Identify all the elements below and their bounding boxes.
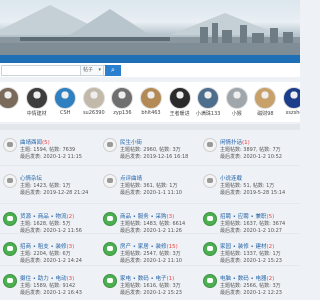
forum-last-post[interactable]: 最后发表: 2020-1-2 15:23 [220,257,282,264]
avatar[interactable] [197,87,220,109]
forum-icon[interactable] [3,212,17,226]
search-type-label: 帖子 [83,67,94,73]
forum-stats: 主题帖数: 2960, 帖数: 3万 [120,147,181,153]
forum-icon[interactable] [103,212,117,226]
forum-last-post[interactable]: 最后发表: 2020-1-2 11:10 [120,257,182,264]
forum-title[interactable]: 曲靖酉闻(5) [20,138,50,146]
avatar[interactable] [54,87,77,109]
avatar[interactable] [283,87,300,109]
forum-title[interactable]: 货源 • 商品 • 物流(2) [20,212,74,220]
forum-icon[interactable] [203,274,217,288]
forum-stats: 主题帖数: 1637, 帖数: 3674 [220,221,286,227]
avatar[interactable] [140,87,162,109]
forum-title[interactable]: 招商 • 租支 • 装修(3) [20,242,74,250]
forum-last-post[interactable]: 最后发表: 2020-1-2 14:24 [20,257,82,264]
forum-icon[interactable] [3,174,17,188]
search-type-select[interactable]: 帖子 ▾ [80,65,104,76]
row-separator [0,203,300,204]
forum-stats: 主题: 1423, 帖数: 1万 [20,183,71,189]
chevron-down-icon: ▾ [98,67,101,73]
avatar[interactable] [111,87,134,109]
forum-icon[interactable] [203,138,217,152]
forum-icon[interactable] [3,274,17,288]
row-separator [0,265,300,266]
avatar[interactable] [0,87,19,109]
forum-title[interactable]: 心情杂坛 [20,174,42,182]
forum-icon[interactable] [103,174,117,188]
forum-stats: 主题帖数: 51, 帖数: 1万 [220,183,275,189]
avatar[interactable] [254,87,277,109]
forum-stats: 主题帖数: 1483, 帖数: 6614 [120,221,186,227]
forum-stats: 主题帖数: 2547, 帖数: 3万 [120,251,181,257]
forum-stats: 主题帖数: 361, 帖数: 1万 [120,183,178,189]
forum-stats: 主题帖数: 1616, 帖数: 3万 [120,283,181,289]
forum-item[interactable]: 家电 • 数码 • 电子(1) 主题帖数: 1616, 帖数: 3万 最后发表: 2… [100,268,200,300]
forum-title[interactable]: 招聘 • 应聘 • 兼职(5) [220,212,274,220]
forum-icon[interactable] [203,242,217,256]
forum-last-post[interactable]: 最后发表: 2019-12-16 16:18 [120,153,188,160]
avatar[interactable] [82,87,105,109]
forum-last-post[interactable]: 最后发表: 2020-1-2 10:52 [220,153,282,160]
avatar[interactable] [25,87,48,109]
forum-title[interactable]: 点评曲靖 [120,174,142,182]
forum-title[interactable]: 商品 • 服务 • 采购(3) [120,212,174,220]
forum-stats: 主题: 1628, 帖数: 5万 [20,221,71,227]
forum-icon[interactable] [3,242,17,256]
row-separator [0,165,300,166]
forum-icon[interactable] [203,174,217,188]
nav-bar [0,55,300,63]
forum-title[interactable]: 房产 • 家居 • 装修(15) [120,242,178,250]
forum-stats: 主题: 1594, 帖数: 7639 [20,147,76,153]
forum-last-post[interactable]: 最后发表: 2019-5-28 15:14 [220,189,285,196]
forum-title[interactable]: 家电 • 数码 • 电子(1) [120,274,174,282]
forum-title[interactable]: 民生小街 [120,138,142,146]
forum-last-post[interactable]: 最后发表: 2020-1-2 15:23 [120,289,182,296]
forum-stats: 主题: 1589, 帖数: 9142 [20,283,76,289]
forum-page: 帖子 ▾ ⌕ 中情建材 CSH su26390 zyp136 bhlt463 王者暖进 小满… [0,0,300,300]
forum-icon[interactable] [3,138,17,152]
forum-last-post[interactable]: 最后发表: 2020-1-2 11:15 [20,153,82,160]
forum-icon[interactable] [103,242,117,256]
forum-last-post[interactable]: 最后发表: 2020-1-2 12:23 [220,289,282,296]
forum-stats: 主题帖数: 3897, 帖数: 7万 [220,147,281,153]
search-button[interactable]: ⌕ [105,65,121,76]
member-avatar-row: 中情建材 CSH su26390 zyp136 bhlt463 王者暖进 小满珠133 小猴磁… [0,82,300,122]
forum-icon[interactable] [203,212,217,226]
forum-icon[interactable] [103,138,117,152]
row-separator [0,233,300,234]
forum-title[interactable]: 小说连载 [220,174,242,182]
forum-title[interactable]: 家园 • 装修 • 建材(2) [220,242,274,250]
forum-icon[interactable] [103,274,117,288]
avatar-name[interactable]: xszshe [277,110,300,116]
avatar[interactable] [168,87,191,109]
forum-title[interactable]: 闲情扑话(1) [220,138,250,146]
header-banner [0,0,300,55]
forum-stats: 主题帖数: 1337, 帖数: 1万 [220,251,281,257]
forum-last-post[interactable]: 最后发表: 2019-12-28 21:24 [20,189,88,196]
section-divider [0,124,300,130]
forum-item[interactable]: 电脑 • 数码 • 电器(2) 主题帖数: 2566, 帖数: 3万 最后发表: 2… [200,268,300,300]
forum-title[interactable]: 电脑 • 数码 • 电器(2) [220,274,274,282]
forum-stats: 主题: 2204, 帖数: 6万 [20,251,71,257]
search-row: 帖子 ▾ ⌕ [0,63,300,77]
forum-stats: 主题帖数: 2566, 帖数: 3万 [220,283,281,289]
forum-last-post[interactable]: 最后发表: 2020-1-2 16:43 [20,289,82,296]
forum-last-post[interactable]: 最后发表: 2020-1-1 11:10 [120,189,182,196]
avatar[interactable] [225,87,248,109]
forum-item[interactable]: 摄住 • 助力 • 电动(3) 主题: 1589, 帖数: 9142 最后发表: 2… [0,268,100,300]
forum-title[interactable]: 摄住 • 助力 • 电动(3) [20,274,74,282]
search-icon: ⌕ [111,66,115,74]
